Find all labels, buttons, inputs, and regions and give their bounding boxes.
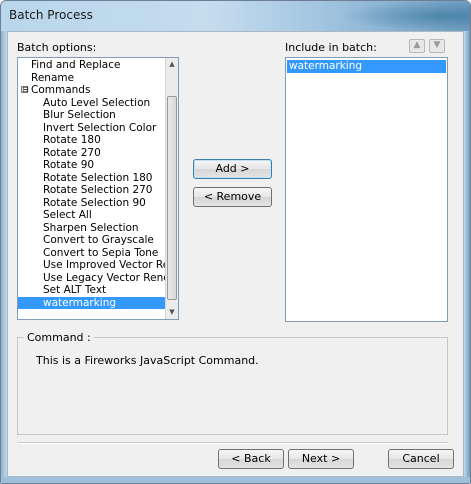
batch-option-label: Find and Replace — [31, 59, 121, 71]
include-in-batch-label: Include in batch: — [285, 41, 377, 54]
batch-option-label: Rotate Selection 90 — [43, 196, 146, 209]
batch-options-scrollbar[interactable]: ▲ ▼ — [165, 58, 178, 319]
batch-option-label: Sharpen Selection — [43, 221, 139, 234]
batch-option-item[interactable]: Use Legacy Vector Renderin — [18, 272, 178, 285]
footer-separator — [17, 442, 448, 444]
batch-option-label: Rotate 90 — [43, 159, 95, 171]
batch-option-item[interactable]: watermarking — [18, 296, 166, 309]
window-frame-right — [464, 31, 470, 483]
batch-option-item[interactable]: Blur Selection — [18, 109, 166, 122]
cancel-button[interactable]: Cancel — [388, 449, 454, 469]
batch-option-item[interactable]: Sharpen Selection — [18, 222, 166, 235]
batch-option-label: Convert to Grayscale — [43, 234, 154, 246]
batch-option-label: Set ALT Text — [43, 284, 107, 296]
batch-option-item[interactable]: Rotate 180 — [18, 134, 166, 147]
batch-option-label: watermarking — [43, 296, 117, 309]
next-button[interactable]: Next > — [288, 449, 354, 469]
scrollbar-thumb[interactable] — [167, 96, 177, 300]
batch-option-item[interactable]: Rotate Selection 270 — [18, 184, 166, 197]
command-description: This is a Fireworks JavaScript Command. — [36, 354, 259, 367]
batch-option-item[interactable]: Rotate Selection 90 — [18, 197, 166, 210]
batch-option-label: Convert to Sepia Tone — [43, 246, 159, 259]
batch-option-item[interactable]: Rotate Selection 180 — [18, 172, 166, 185]
batch-option-label: Rotate Selection 180 — [43, 171, 153, 184]
batch-option-label: Rename — [31, 71, 75, 84]
include-in-batch-list[interactable]: watermarking — [285, 57, 448, 322]
batch-option-label: Use Legacy Vector Renderin — [43, 271, 179, 284]
batch-option-label: Commands — [31, 84, 91, 96]
window-frame-bottom — [1, 477, 470, 483]
dialog-client-area: Batch options: Find and Replace Rename ⊟ Co… — [7, 31, 464, 477]
batch-option-item[interactable]: Find and Replace — [18, 59, 166, 72]
batch-option-label: Auto Level Selection — [43, 96, 151, 109]
collapse-tree-icon[interactable]: ⊟ — [21, 86, 29, 94]
title-bar-decoration — [340, 1, 470, 31]
batch-option-item[interactable]: Auto Level Selection — [18, 97, 166, 110]
move-up-icon[interactable]: ▲ — [409, 39, 425, 53]
batch-process-dialog: Batch Process Batch options: Find and Re… — [0, 0, 471, 484]
add-button[interactable]: Add > — [193, 159, 272, 179]
batch-option-item[interactable]: Rotate 90 — [18, 159, 166, 172]
batch-item[interactable]: watermarking — [287, 60, 446, 73]
batch-option-item[interactable]: Convert to Sepia Tone — [18, 247, 166, 260]
remove-button[interactable]: < Remove — [193, 187, 272, 207]
command-group-box: Command : This is a Fireworks JavaScript… — [17, 331, 448, 435]
window-title: Batch Process — [9, 8, 93, 22]
batch-option-label: Invert Selection Color — [43, 121, 157, 134]
batch-option-label: Use Improved Vector Rende — [43, 259, 179, 271]
batch-option-label: Rotate Selection 270 — [43, 184, 153, 196]
batch-option-label: Select All — [43, 209, 92, 221]
command-group-title: Command : — [24, 331, 94, 344]
batch-option-label: Rotate 270 — [43, 146, 101, 159]
move-down-icon[interactable]: ▼ — [429, 39, 445, 53]
batch-options-label: Batch options: — [17, 41, 97, 54]
scroll-up-arrow-icon[interactable]: ▲ — [166, 58, 178, 71]
batch-option-label: Rotate 180 — [43, 134, 101, 146]
batch-option-item[interactable]: Use Improved Vector Rende — [18, 259, 178, 272]
back-button[interactable]: < Back — [218, 449, 284, 469]
batch-option-item[interactable]: Convert to Grayscale — [18, 234, 166, 247]
batch-option-item[interactable]: Rename — [18, 72, 166, 85]
title-bar[interactable]: Batch Process — [1, 1, 470, 31]
batch-option-item[interactable]: ⊟ Commands — [18, 84, 166, 97]
batch-option-label: Blur Selection — [43, 109, 116, 121]
batch-item-label: watermarking — [289, 60, 363, 72]
batch-option-item[interactable]: Rotate 270 — [18, 147, 166, 160]
scroll-down-arrow-icon[interactable]: ▼ — [166, 306, 178, 319]
batch-option-item[interactable]: Select All — [18, 209, 166, 222]
batch-option-item[interactable]: Invert Selection Color — [18, 122, 166, 135]
batch-options-list[interactable]: Find and Replace Rename ⊟ Commands Auto Leve… — [17, 57, 179, 320]
batch-option-item[interactable]: Set ALT Text — [18, 284, 166, 297]
